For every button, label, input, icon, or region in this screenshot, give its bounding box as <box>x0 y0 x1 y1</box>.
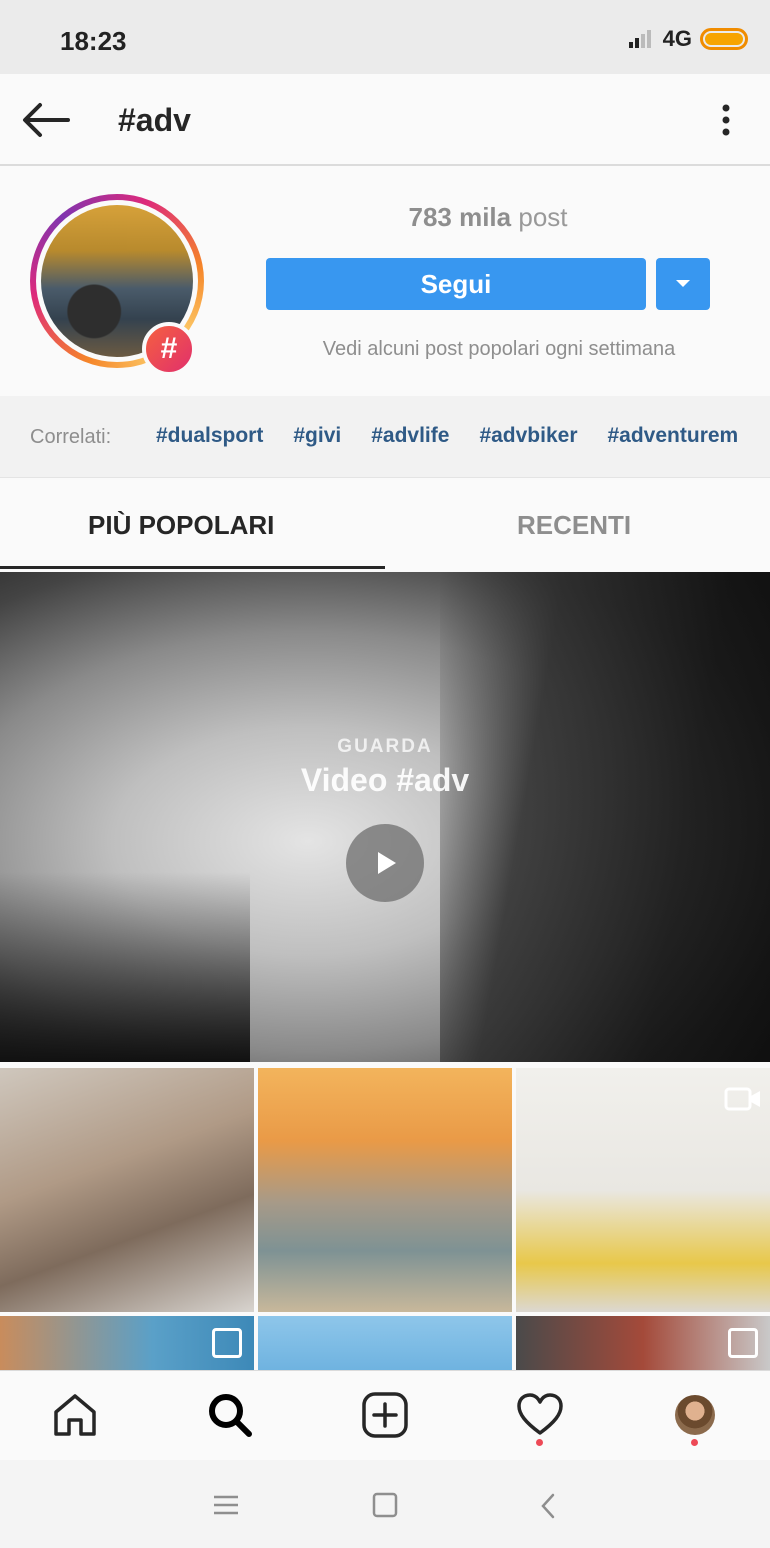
video-subtitle: GUARDA <box>337 736 433 757</box>
related-hashtags: Correlati: #dualsport #givi #advlife #ad… <box>0 396 770 478</box>
feed-tabs: PIÙ POPOLARI RECENTI <box>0 480 770 572</box>
post-count: 783 mila post <box>266 202 710 233</box>
back-chevron-icon[interactable] <box>536 1492 560 1520</box>
profile-avatar[interactable] <box>669 1389 721 1441</box>
chevron-down-icon <box>676 280 690 287</box>
post-grid <box>0 1064 770 1370</box>
post-thumbnail[interactable] <box>0 1068 254 1312</box>
status-time: 18:23 <box>60 26 127 56</box>
status-indicators: 4G <box>627 26 748 52</box>
multiple-photos-icon <box>728 1328 758 1358</box>
popular-hint: Vedi alcuni post popolari ogni settimana <box>322 338 676 360</box>
multiple-photos-icon <box>212 1328 242 1358</box>
signal-icon <box>628 30 651 48</box>
add-post-icon[interactable] <box>359 1389 411 1441</box>
post-thumbnail[interactable] <box>0 1316 254 1370</box>
network-type: 4G <box>662 26 692 51</box>
follow-button[interactable]: Segui <box>266 258 646 310</box>
post-thumbnail[interactable] <box>516 1068 770 1312</box>
activity-notification-dot <box>536 1439 543 1446</box>
hashtag-badge-icon: # <box>142 322 196 376</box>
related-tag[interactable]: #adventurem <box>608 424 739 448</box>
play-icon <box>378 852 396 874</box>
app-bar: #adv <box>0 74 770 166</box>
post-thumbnail[interactable] <box>516 1316 770 1370</box>
active-tab-indicator <box>0 566 385 569</box>
related-tag[interactable]: #dualsport <box>156 424 263 448</box>
related-tag[interactable]: #givi <box>293 424 341 448</box>
search-icon[interactable] <box>204 1389 256 1441</box>
video-banner[interactable]: GUARDA Video #adv <box>0 572 770 1062</box>
tab-popular[interactable]: PIÙ POPOLARI <box>88 510 274 541</box>
activity-heart-icon[interactable] <box>514 1389 566 1441</box>
system-navigation-bar <box>0 1460 770 1548</box>
related-tag[interactable]: #advbiker <box>479 424 577 448</box>
play-button[interactable] <box>346 824 424 902</box>
menu-icon[interactable] <box>212 1494 240 1516</box>
home-square-icon[interactable] <box>372 1492 398 1518</box>
bottom-navigation <box>0 1370 770 1460</box>
post-thumbnail[interactable] <box>258 1068 512 1312</box>
post-count-number: 783 mila <box>408 202 512 232</box>
related-label: Correlati: <box>30 426 112 448</box>
profile-notification-dot <box>691 1439 698 1446</box>
video-camera-icon <box>724 1087 760 1111</box>
hashtag-profile: # 783 mila post Segui Vedi alcuni post p… <box>0 168 770 394</box>
home-icon[interactable] <box>49 1389 101 1441</box>
battery-icon <box>700 28 748 50</box>
post-thumbnail[interactable] <box>258 1316 512 1370</box>
tab-recent[interactable]: RECENTI <box>517 510 631 541</box>
video-title: Video #adv <box>300 762 470 798</box>
related-tag[interactable]: #advlife <box>371 424 449 448</box>
video-thumbnail <box>440 572 770 1062</box>
more-vertical-icon[interactable] <box>708 100 744 140</box>
post-count-word: post <box>518 202 568 232</box>
page-title: #adv <box>118 102 191 138</box>
follow-options-button[interactable] <box>656 258 710 310</box>
related-tag-list: #dualsport #givi #advlife #advbiker #adv… <box>156 424 738 448</box>
status-bar: 18:23 4G <box>0 0 770 74</box>
arrow-left-icon[interactable] <box>18 96 74 144</box>
